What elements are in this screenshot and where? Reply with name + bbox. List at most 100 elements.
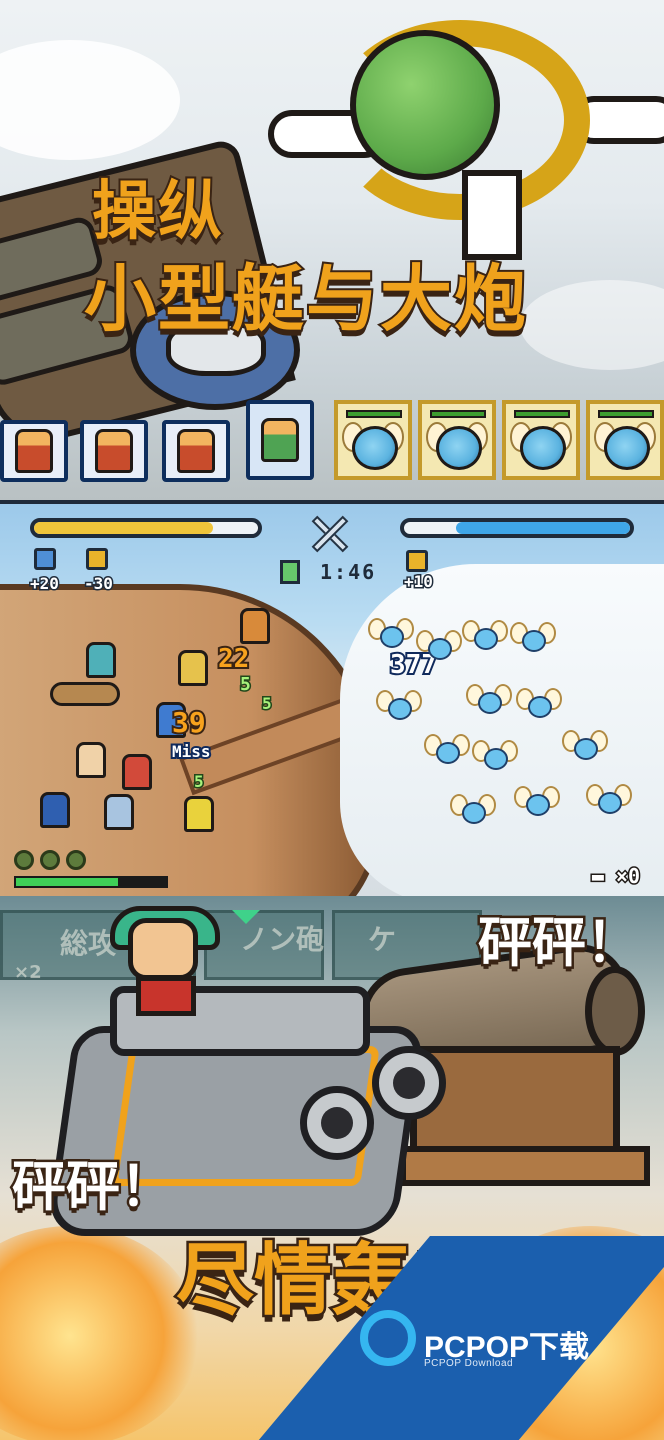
fairy-body — [380, 626, 404, 648]
hourglass-icon — [280, 560, 300, 584]
crew-sprite — [177, 429, 215, 473]
party-slot[interactable] — [0, 420, 68, 482]
fairy-enemy[interactable] — [562, 730, 608, 764]
fairy-enemy[interactable] — [424, 734, 470, 768]
fairy-enemy-sprite — [436, 426, 482, 470]
gunner-body — [136, 976, 196, 1016]
fairy-body — [526, 794, 550, 816]
fairy-body — [388, 698, 412, 720]
fairy-enemy[interactable] — [514, 786, 560, 820]
cannon-ammo-count: ▬ ×0 — [590, 863, 641, 890]
menu-label: ケ — [368, 923, 397, 956]
cannon-muzzle — [372, 1046, 446, 1120]
battle-panel: 1:46 +20 -30 +10 377 22 39 Miss 5 5 5 ▬ … — [0, 504, 664, 896]
stat-value: +10 — [403, 571, 435, 593]
pcpop-logo-icon — [360, 1310, 416, 1366]
battle-timer: 1:46 — [320, 560, 377, 584]
fairy-enemy-sprite — [604, 426, 650, 470]
green-orb-illustration — [350, 30, 500, 180]
cannon-ammo-value: ×0 — [614, 863, 641, 890]
enemy-card[interactable] — [502, 400, 580, 480]
crew-sprite — [261, 418, 299, 462]
skill-pip — [40, 850, 60, 870]
title-line-2: 小型艇与大炮 — [82, 255, 529, 343]
shield-icon — [34, 548, 56, 570]
enemy-card[interactable] — [334, 400, 412, 480]
fairy-enemy[interactable] — [516, 688, 562, 722]
skill-pips — [14, 850, 86, 870]
fairy-enemy[interactable] — [510, 622, 556, 656]
fairy-enemy[interactable] — [586, 784, 632, 818]
explosion-effect — [0, 1226, 200, 1440]
cannon-muzzle — [300, 1086, 374, 1160]
sound-effect-text: 砰砰！ — [476, 909, 643, 977]
player-hp-bar — [30, 518, 262, 538]
menu-label: ノン砲 — [240, 923, 325, 956]
crew-unit — [76, 742, 106, 778]
menu-label: 総攻 — [60, 927, 117, 960]
top-panel: 操纵 小型艇与大炮 — [0, 0, 664, 500]
fairy-enemy[interactable] — [472, 740, 518, 774]
damage-popup: 39 — [170, 704, 208, 741]
enemy-cloud-bank — [340, 564, 664, 896]
party-bar — [0, 400, 664, 500]
crossed-swords-icon — [306, 512, 354, 556]
skill-pip — [14, 850, 34, 870]
fairy-enemy[interactable] — [450, 794, 496, 828]
crew-unit — [122, 754, 152, 790]
gunner-character — [128, 918, 198, 980]
enemy-hp-bar — [514, 410, 570, 418]
damage-popup: 22 — [216, 642, 251, 676]
exp-bar-fill — [16, 878, 118, 886]
crew-unit — [184, 796, 214, 832]
enemy-card[interactable] — [586, 400, 664, 480]
cannon-carriage-beam — [400, 1146, 650, 1186]
stat-value: +20 — [29, 573, 61, 595]
crew-unit — [240, 608, 270, 644]
fairy-enemy-sprite — [520, 426, 566, 470]
cloud — [0, 40, 180, 160]
fairy-body — [474, 628, 498, 650]
fairy-body — [428, 638, 452, 660]
lock-icon — [86, 548, 108, 570]
party-slot-selected[interactable] — [246, 400, 314, 480]
fairy-body — [574, 738, 598, 760]
party-slot[interactable] — [162, 420, 230, 482]
fairy-body — [522, 630, 546, 652]
watermark-subtitle: PCPOP Download — [424, 1358, 514, 1369]
fairy-enemy[interactable] — [466, 684, 512, 718]
crew-sprite — [95, 429, 133, 473]
lock-icon — [406, 550, 428, 572]
stat-value: -30 — [83, 573, 115, 595]
cannon-mouth — [585, 966, 645, 1056]
damage-popup: 5 — [261, 693, 274, 715]
fairy-enemy-sprite — [352, 426, 398, 470]
enemy-hp-bar — [400, 518, 634, 538]
enemy-hp-bar — [346, 410, 402, 418]
crew-unit — [178, 650, 208, 686]
fairy-enemy[interactable] — [368, 618, 414, 652]
enemy-hp-bar — [598, 410, 654, 418]
exp-bar — [14, 876, 168, 888]
fairy-body — [528, 696, 552, 718]
fairy-body — [478, 692, 502, 714]
mini-airship — [50, 682, 120, 706]
damage-popup: Miss — [170, 740, 212, 763]
cannon-ammo-icon: ▬ — [590, 863, 616, 890]
fairy-enemy[interactable] — [462, 620, 508, 654]
fairy-enemy[interactable] — [376, 690, 422, 724]
crew-unit — [104, 794, 134, 830]
cloud — [520, 280, 664, 370]
fairy-body — [598, 792, 622, 814]
fairy-enemy[interactable] — [416, 630, 462, 664]
damage-popup: 5 — [239, 673, 253, 697]
skill-pip — [66, 850, 86, 870]
menu-count: ×2 — [14, 962, 42, 983]
fairy-body — [484, 748, 508, 770]
crew-sprite — [15, 429, 53, 473]
damage-popup: 5 — [193, 771, 206, 793]
crew-unit — [40, 792, 70, 828]
sound-effect-text: 砰砰！ — [10, 1153, 177, 1221]
enemy-card[interactable] — [418, 400, 496, 480]
party-slot[interactable] — [80, 420, 148, 482]
